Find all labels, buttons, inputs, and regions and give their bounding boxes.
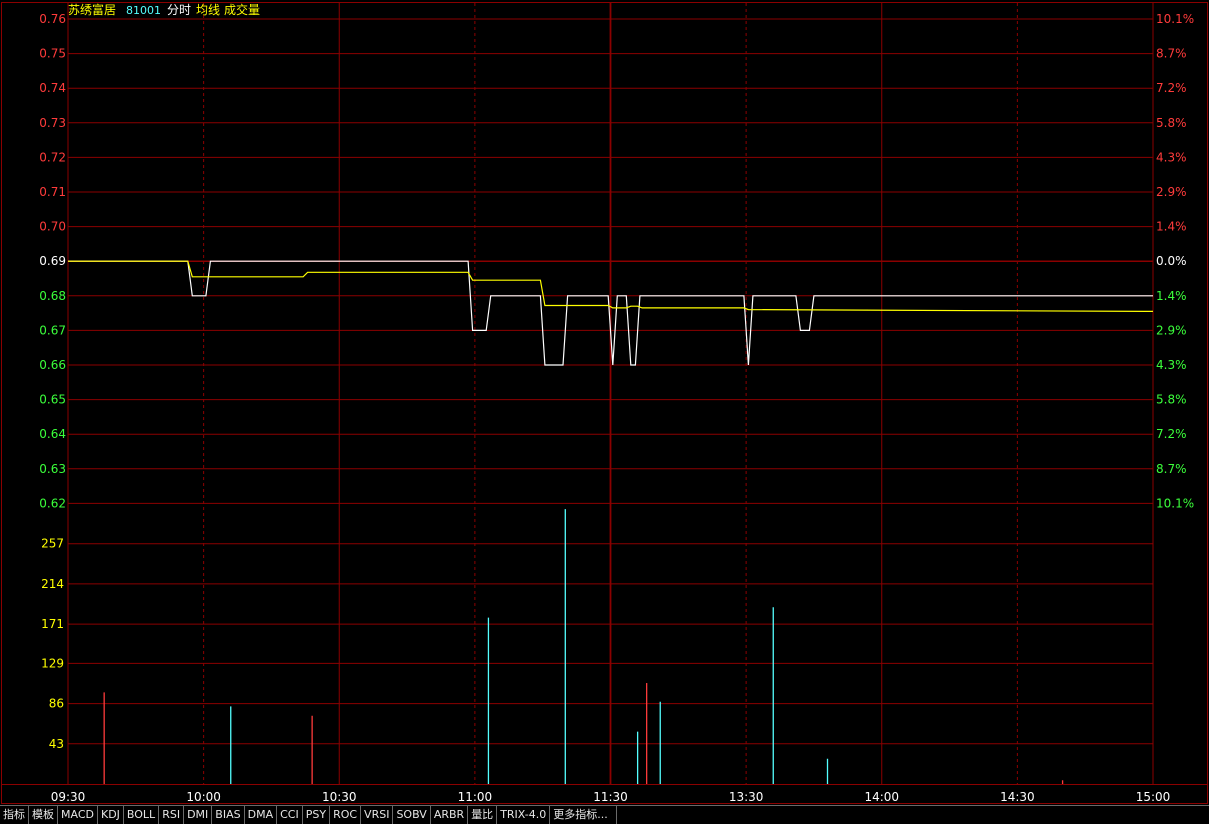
price-tick-label: 0.65 [39, 393, 66, 407]
time-tick-label: 11:30 [593, 790, 628, 804]
percent-tick-label: 2.9% [1156, 185, 1187, 199]
time-tick-label: 11:00 [458, 790, 493, 804]
price-tick-label: 0.74 [39, 81, 66, 95]
time-tick-label: 15:00 [1136, 790, 1171, 804]
indicator-tab[interactable]: BIAS [212, 806, 245, 824]
percent-tick-label: 1.4% [1156, 220, 1187, 234]
percent-axis-labels: 10.1% 8.7% 7.2% 5.8% 4.3% 2.9% 1.4% 0.0% 1.4% 2.9… [1156, 12, 1194, 510]
indicator-tab[interactable]: 模板 [29, 806, 58, 824]
percent-tick-label: 0.0% [1156, 254, 1187, 268]
time-tick-label: 14:00 [864, 790, 899, 804]
price-tick-label: 0.68 [39, 289, 66, 303]
percent-tick-label: 2.9% [1156, 323, 1187, 337]
volume-tick-label: 129 [41, 656, 64, 670]
indicator-tab[interactable]: MACD [58, 806, 98, 824]
price-axis-labels: 0.76 0.75 0.74 0.73 0.72 0.71 0.70 0.69 0.68 0.67… [39, 12, 66, 510]
time-tick-label: 14:30 [1000, 790, 1035, 804]
percent-tick-label: 10.1% [1156, 12, 1194, 26]
indicator-tab[interactable]: PSY [303, 806, 331, 824]
stock-code: 81001 [126, 4, 161, 17]
percent-tick-label: 7.2% [1156, 427, 1187, 441]
time-tick-label: 10:00 [186, 790, 221, 804]
volume-bars [103, 509, 1064, 784]
price-tick-label: 0.76 [39, 12, 66, 26]
price-tick-label: 0.72 [39, 150, 66, 164]
percent-tick-label: 5.8% [1156, 116, 1187, 130]
mode-label: 分时 [167, 3, 191, 17]
percent-tick-label: 10.1% [1156, 496, 1194, 510]
indicator-tab[interactable]: 更多指标... [550, 806, 617, 824]
indicator-tab[interactable]: TRIX-4.0 [497, 806, 551, 824]
chart-header: 苏绣富居 81001 分时 均线 成交量 [68, 2, 260, 17]
indicator-tab[interactable]: VRSI [361, 806, 394, 824]
indicator-tab[interactable]: CCI [277, 806, 303, 824]
time-tick-label: 09:30 [51, 790, 86, 804]
price-tick-label: 0.69 [39, 254, 66, 268]
percent-tick-label: 4.3% [1156, 358, 1187, 372]
intraday-chart: 0.76 0.75 0.74 0.73 0.72 0.71 0.70 0.69 0.68 0.67… [1, 2, 1208, 804]
volume-tick-label: 43 [49, 737, 64, 751]
time-tick-label: 10:30 [322, 790, 357, 804]
stock-name: 苏绣富居 [68, 2, 116, 17]
indicator-tab[interactable]: KDJ [98, 806, 124, 824]
percent-tick-label: 7.2% [1156, 81, 1187, 95]
indicator-tab[interactable]: BOLL [124, 806, 160, 824]
price-tick-label: 0.71 [39, 185, 66, 199]
price-tick-label: 0.73 [39, 116, 66, 130]
percent-tick-label: 5.8% [1156, 393, 1187, 407]
indicator-tab-bar: 指标 模板 MACD KDJ BOLL RSI DMI BIAS DMA CCI PSY ROC VRS… [0, 805, 1209, 824]
price-tick-label: 0.64 [39, 427, 66, 441]
volume-tick-label: 257 [41, 537, 64, 551]
price-tick-label: 0.67 [39, 323, 66, 337]
price-tick-label: 0.70 [39, 220, 66, 234]
price-tick-label: 0.75 [39, 47, 66, 61]
indicator-tab[interactable]: 指标 [0, 806, 29, 824]
indicator-tab[interactable]: SOBV [393, 806, 431, 824]
grid-lines [1, 2, 1208, 804]
volume-tick-label: 171 [41, 617, 64, 631]
indicator-tab[interactable]: ARBR [431, 806, 469, 824]
price-tick-label: 0.63 [39, 462, 66, 476]
indicator-tab[interactable]: DMI [184, 806, 213, 824]
indicator-tab[interactable]: DMA [245, 806, 278, 824]
percent-tick-label: 8.7% [1156, 47, 1187, 61]
time-tick-label: 13:30 [729, 790, 764, 804]
indicator-tab[interactable]: 量比 [468, 806, 498, 824]
volume-tick-label: 214 [41, 577, 64, 591]
percent-tick-label: 1.4% [1156, 289, 1187, 303]
indicator-tab[interactable]: RSI [159, 806, 185, 824]
volume-tick-label: 86 [49, 697, 64, 711]
time-axis-labels: 09:30 10:00 10:30 11:00 11:30 13:30 14:00 14:30… [51, 790, 1171, 804]
volume-axis-labels: 257 214 171 129 86 43 [41, 537, 64, 751]
percent-tick-label: 8.7% [1156, 462, 1187, 476]
percent-tick-label: 4.3% [1156, 150, 1187, 164]
indicator-tab[interactable]: ROC [330, 806, 362, 824]
price-tick-label: 0.62 [39, 496, 66, 510]
avg-label: 均线 [196, 3, 220, 17]
vol-label: 成交量 [224, 2, 260, 17]
price-tick-label: 0.66 [39, 358, 66, 372]
